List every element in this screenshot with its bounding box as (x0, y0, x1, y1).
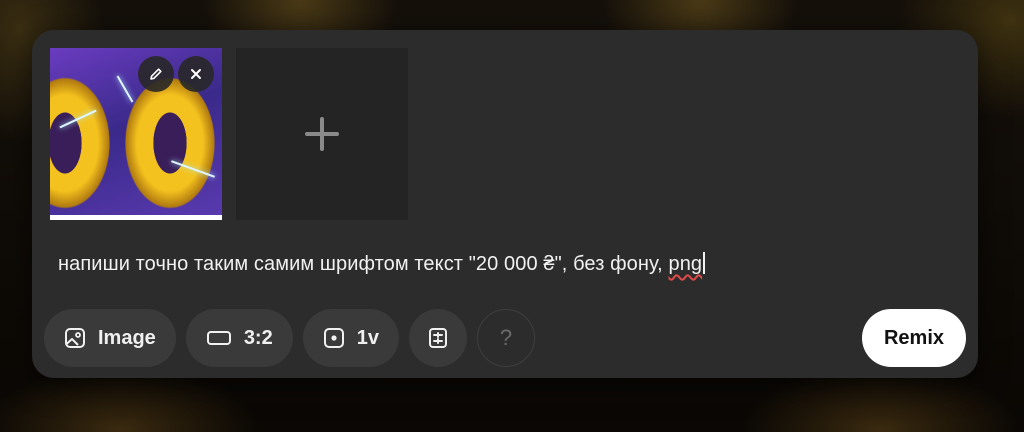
square-dot-icon (323, 327, 345, 349)
preset-button[interactable] (408, 309, 467, 367)
image-mode-label: Image (98, 326, 156, 349)
composer-toolbar: Image 3:2 1v ? (44, 309, 535, 367)
aspect-ratio-button[interactable]: 3:2 (185, 309, 293, 367)
lightning-decoration (171, 160, 215, 178)
prompt-input[interactable]: напиши точно таким самим шрифтом текст "… (58, 252, 706, 276)
thumbnail-border (50, 215, 222, 220)
aspect-ratio-label: 3:2 (243, 326, 273, 349)
add-image-tile[interactable] (236, 48, 408, 220)
document-sliders-icon (427, 327, 449, 349)
lightning-decoration (116, 75, 134, 103)
lightning-decoration (59, 109, 97, 129)
misspelled-word: png (668, 253, 703, 275)
remix-composer-panel: напиши точно таким самим шрифтом текст "… (32, 30, 978, 378)
help-label: ? (499, 325, 513, 350)
close-icon (189, 67, 203, 81)
remix-button[interactable]: Remix (862, 309, 966, 367)
edit-image-button[interactable] (138, 56, 174, 92)
text-cursor (703, 252, 706, 274)
prompt-text: напиши точно таким самим шрифтом текст "… (58, 253, 669, 275)
pencil-icon (148, 66, 164, 82)
remove-image-button[interactable] (178, 56, 214, 92)
image-icon (64, 327, 86, 349)
remix-label: Remix (883, 326, 945, 349)
attached-image-thumbnail[interactable] (50, 48, 222, 220)
help-button[interactable]: ? (476, 309, 535, 367)
variations-label: 1v (356, 326, 379, 349)
variations-button[interactable]: 1v (302, 309, 399, 367)
image-mode-button[interactable]: Image (44, 309, 176, 367)
rectangle-icon (206, 328, 232, 348)
plus-icon (304, 116, 340, 152)
